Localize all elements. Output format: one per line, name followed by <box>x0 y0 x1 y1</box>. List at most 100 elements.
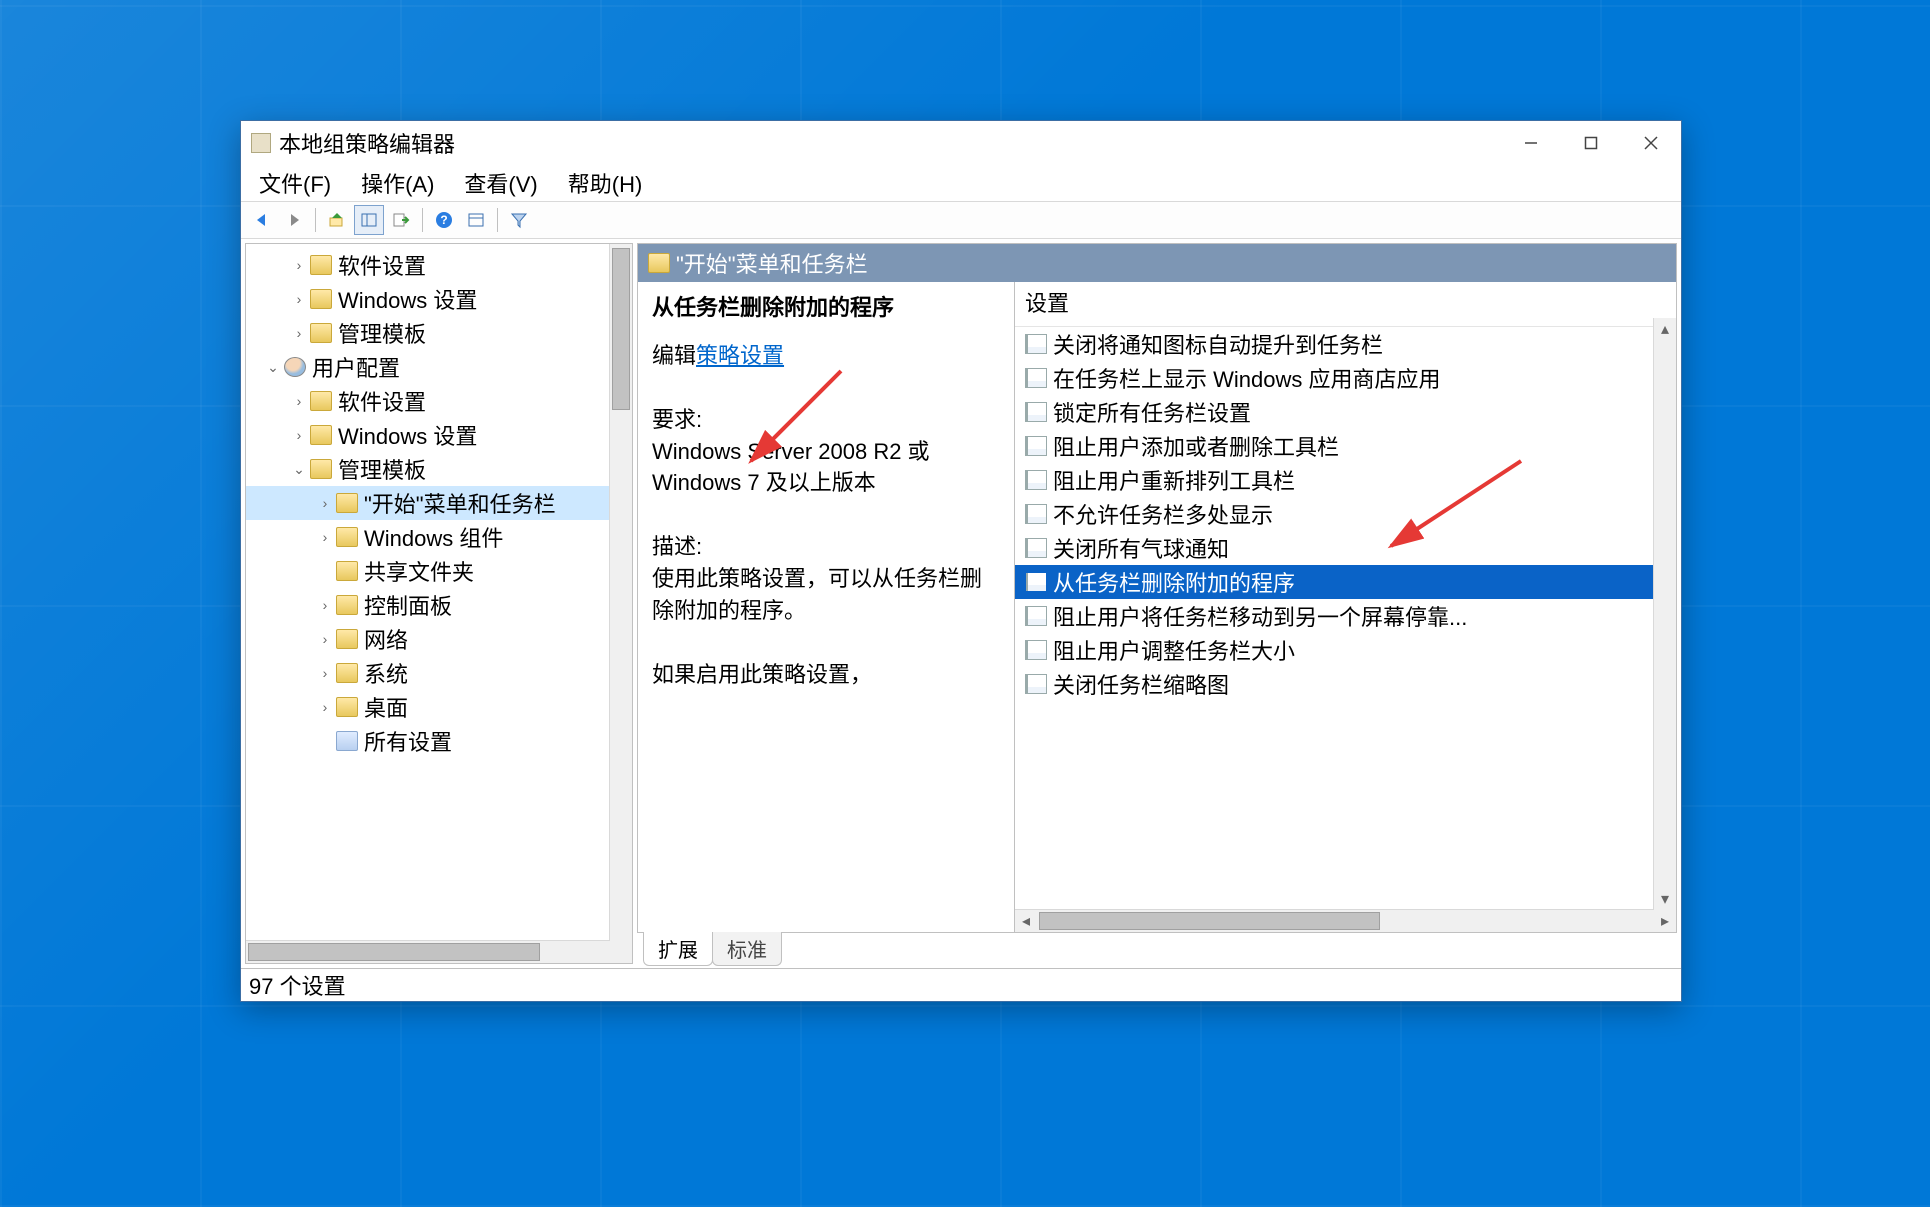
tree-item[interactable]: ›Windows 组件 <box>246 520 632 554</box>
settings-item-label: 在任务栏上显示 Windows 应用商店应用 <box>1053 362 1440 394</box>
settings-item-label: 关闭任务栏缩略图 <box>1053 668 1229 700</box>
policy-icon <box>1025 368 1047 388</box>
expand-icon[interactable]: › <box>316 494 334 512</box>
tree-vertical-scrollbar[interactable] <box>609 244 632 941</box>
tree-item-label: 系统 <box>364 657 408 689</box>
settings-list-item[interactable]: 阻止用户将任务栏移动到另一个屏幕停靠... <box>1015 599 1676 633</box>
settings-item-label: 不允许任务栏多处显示 <box>1053 498 1273 530</box>
tree-item[interactable]: › 桌面 <box>246 690 632 724</box>
tree-item[interactable]: 共享文件夹 <box>246 554 632 588</box>
user-config-icon <box>284 357 306 377</box>
policy-icon <box>1025 504 1047 524</box>
statusbar: 97 个设置 <box>241 968 1681 1001</box>
maximize-button[interactable] <box>1561 121 1621 165</box>
tree-item[interactable]: ›管理模板 <box>246 316 632 350</box>
collapse-icon[interactable]: ⌄ <box>264 358 282 376</box>
expand-icon[interactable]: › <box>316 664 334 682</box>
desktop: 本地组策略编辑器 文件(F) 操作(A) 查看(V) 帮助(H) <box>0 0 1930 1207</box>
collapse-icon[interactable]: ⌄ <box>290 460 308 478</box>
settings-list-item[interactable]: 在任务栏上显示 Windows 应用商店应用 <box>1015 361 1676 395</box>
svg-text:?: ? <box>440 213 447 227</box>
tab-extended[interactable]: 扩展 <box>643 932 713 966</box>
expand-icon[interactable]: › <box>290 290 308 308</box>
minimize-button[interactable] <box>1501 121 1561 165</box>
settings-item-label: 阻止用户调整任务栏大小 <box>1053 634 1295 666</box>
tree-item-label: 控制面板 <box>364 589 452 621</box>
settings-list-item[interactable]: 关闭所有气球通知 <box>1015 531 1676 565</box>
folder-icon <box>310 425 332 445</box>
tree-item-label: 管理模板 <box>338 453 426 485</box>
tree-item[interactable]: ›软件设置 <box>246 384 632 418</box>
tree-item-label: 所有设置 <box>364 725 452 757</box>
help-button[interactable]: ? <box>429 205 459 235</box>
titlebar[interactable]: 本地组策略编辑器 <box>241 121 1681 165</box>
export-button[interactable] <box>386 205 416 235</box>
policy-icon <box>1025 640 1047 660</box>
settings-list-item[interactable]: 阻止用户重新排列工具栏 <box>1015 463 1676 497</box>
close-button[interactable] <box>1621 121 1681 165</box>
show-tree-button[interactable] <box>354 205 384 235</box>
tree-item-label: Windows 设置 <box>338 283 477 315</box>
tree-item[interactable]: ›网络 <box>246 622 632 656</box>
column-header-setting[interactable]: 设置 <box>1015 282 1676 327</box>
content: ›软件设置›Windows 设置›管理模板⌄用户配置›软件设置›Windows … <box>241 239 1681 968</box>
tree-item-label: Windows 设置 <box>338 419 477 451</box>
settings-list-item[interactable]: 关闭任务栏缩略图 <box>1015 667 1676 701</box>
toolbar: ? <box>241 201 1681 239</box>
settings-item-label: 阻止用户重新排列工具栏 <box>1053 464 1295 496</box>
filter-button[interactable] <box>504 205 534 235</box>
location-text: "开始"菜单和任务栏 <box>676 247 868 279</box>
policy-icon <box>1025 334 1047 354</box>
settings-item-label: 阻止用户添加或者删除工具栏 <box>1053 430 1339 462</box>
menu-view[interactable]: 查看(V) <box>460 165 541 201</box>
forward-button[interactable] <box>279 205 309 235</box>
tree-item-label: 桌面 <box>364 691 408 723</box>
edit-policy-link[interactable]: 策略设置 <box>696 343 784 368</box>
expand-icon[interactable]: › <box>316 528 334 546</box>
app-icon <box>251 133 271 153</box>
tree-item[interactable]: › 控制面板 <box>246 588 632 622</box>
expand-icon[interactable]: › <box>290 324 308 342</box>
settings-list[interactable]: 关闭将通知图标自动提升到任务栏在任务栏上显示 Windows 应用商店应用锁定所… <box>1015 327 1676 909</box>
tree-item[interactable]: › 系统 <box>246 656 632 690</box>
expand-icon[interactable]: › <box>316 698 334 716</box>
policy-icon <box>1025 538 1047 558</box>
settings-list-item[interactable]: 关闭将通知图标自动提升到任务栏 <box>1015 327 1676 361</box>
settings-list-item[interactable]: 从任务栏删除附加的程序 <box>1015 565 1676 599</box>
expand-icon[interactable]: › <box>290 256 308 274</box>
description-text: 使用此策略设置，可以从任务栏删除附加的程序。 <box>652 563 1000 627</box>
properties-button[interactable] <box>461 205 491 235</box>
expand-icon[interactable]: › <box>316 596 334 614</box>
expand-icon[interactable]: › <box>290 426 308 444</box>
menu-help[interactable]: 帮助(H) <box>564 165 647 201</box>
folder-icon <box>310 391 332 411</box>
up-level-button[interactable] <box>322 205 352 235</box>
tree-item-label: 用户配置 <box>312 351 400 383</box>
settings-list-item[interactable]: 阻止用户添加或者删除工具栏 <box>1015 429 1676 463</box>
tree-item[interactable]: › Windows 设置 <box>246 282 632 316</box>
back-button[interactable] <box>247 205 277 235</box>
expand-icon[interactable]: › <box>290 392 308 410</box>
expand-icon[interactable]: › <box>316 630 334 648</box>
tree-item[interactable]: ›"开始"菜单和任务栏 <box>246 486 632 520</box>
tree-item[interactable]: 所有设置 <box>246 724 632 758</box>
policy-icon <box>1025 436 1047 456</box>
tree-item[interactable]: ⌄ 用户配置 <box>246 350 632 384</box>
right-pane: "开始"菜单和任务栏 从任务栏删除附加的程序 编辑策略设置 要求: Window… <box>637 243 1677 964</box>
tree-view[interactable]: ›软件设置›Windows 设置›管理模板⌄用户配置›软件设置›Windows … <box>246 244 632 940</box>
tab-standard[interactable]: 标准 <box>712 932 782 966</box>
tree-horizontal-scrollbar[interactable] <box>246 940 632 963</box>
list-vertical-scrollbar[interactable]: ▴ ▾ <box>1653 318 1676 910</box>
list-horizontal-scrollbar[interactable]: ◂▸ <box>1015 909 1676 932</box>
settings-list-item[interactable]: 阻止用户调整任务栏大小 <box>1015 633 1676 667</box>
description-label: 描述: <box>652 531 1000 563</box>
settings-item-label: 关闭将通知图标自动提升到任务栏 <box>1053 328 1383 360</box>
policy-icon <box>1025 402 1047 422</box>
settings-list-item[interactable]: 不允许任务栏多处显示 <box>1015 497 1676 531</box>
tree-item[interactable]: ›软件设置 <box>246 248 632 282</box>
tree-item[interactable]: › Windows 设置 <box>246 418 632 452</box>
tree-item[interactable]: ⌄ 管理模板 <box>246 452 632 486</box>
menu-action[interactable]: 操作(A) <box>357 165 438 201</box>
settings-list-item[interactable]: 锁定所有任务栏设置 <box>1015 395 1676 429</box>
menu-file[interactable]: 文件(F) <box>255 165 335 201</box>
